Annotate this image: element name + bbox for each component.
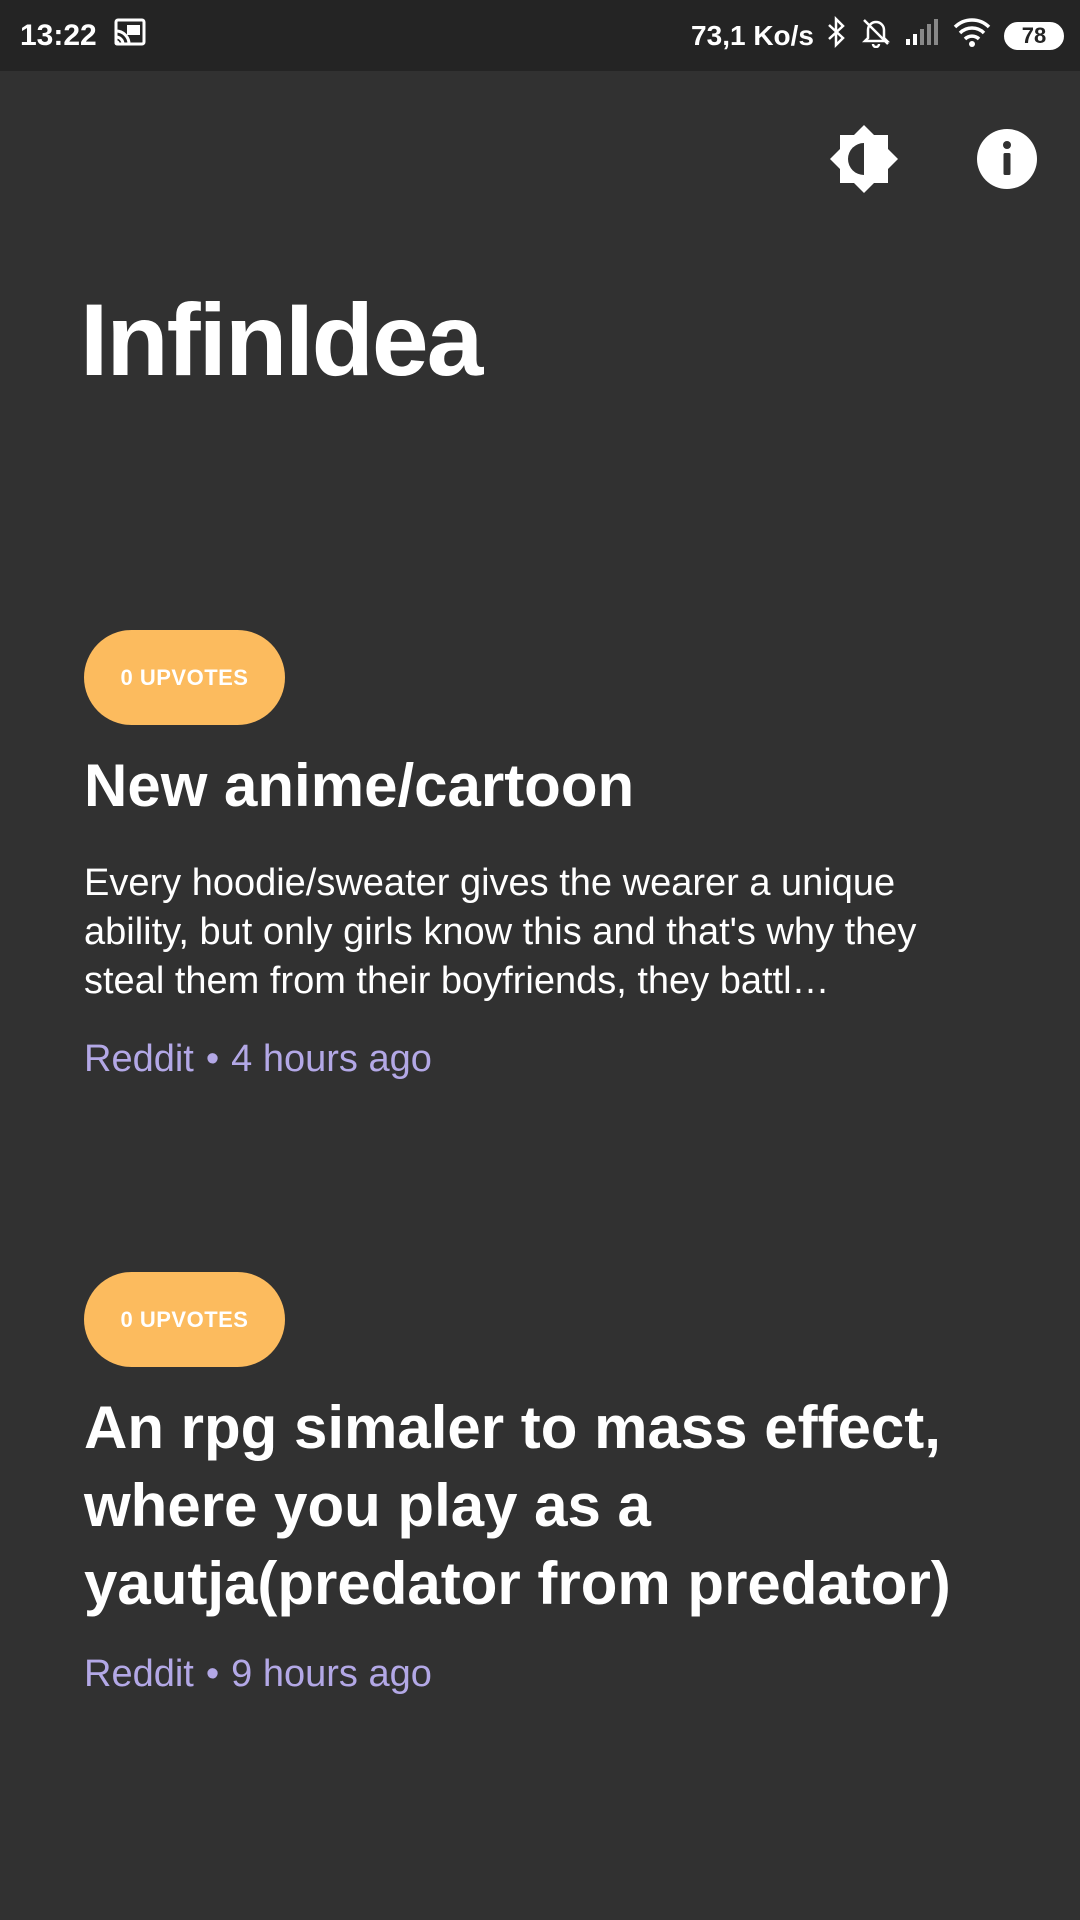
meta-separator: • [205, 1038, 220, 1080]
idea-time: 9 hours ago [231, 1653, 432, 1695]
idea-title: New anime/cartoon [84, 752, 635, 819]
meta-separator: • [205, 1653, 220, 1695]
app-title: InfinIdea [80, 283, 483, 397]
network-speed: 73,1 Ko/s [691, 19, 814, 51]
idea-source: Reddit [84, 1653, 194, 1695]
cast-icon [113, 17, 147, 54]
idea-card[interactable]: 0 UPVOTES An rpg simaler to mass effect,… [84, 1272, 1004, 1696]
idea-meta: Reddit • 4 hours ago [84, 1038, 1004, 1081]
battery-level: 78 [1004, 21, 1064, 50]
idea-source: Reddit [84, 1038, 194, 1080]
top-app-bar [0, 71, 1080, 241]
bluetooth-icon [826, 15, 848, 55]
signal-icon [904, 17, 940, 54]
idea-title: An rpg simaler to mass effect, where you… [84, 1394, 951, 1617]
theme-toggle-button[interactable] [824, 121, 904, 201]
idea-meta: Reddit • 9 hours ago [84, 1653, 1004, 1696]
brightness-contrast-icon [828, 123, 900, 200]
info-icon [976, 128, 1038, 195]
status-time: 13:22 [20, 18, 97, 52]
wifi-icon [952, 16, 992, 55]
idea-time: 4 hours ago [231, 1038, 432, 1080]
info-button[interactable] [967, 121, 1047, 201]
battery-icon: 78 [1004, 21, 1064, 50]
upvotes-badge[interactable]: 0 UPVOTES [84, 630, 285, 725]
idea-card[interactable]: 0 UPVOTES New anime/cartoon Every hoodie… [84, 630, 1004, 1081]
status-bar: 13:22 73,1 Ko/s 78 [0, 0, 1080, 71]
upvotes-badge[interactable]: 0 UPVOTES [84, 1272, 285, 1367]
bell-off-icon [860, 16, 892, 55]
idea-description: Every hoodie/sweater gives the wearer a … [84, 862, 917, 1002]
